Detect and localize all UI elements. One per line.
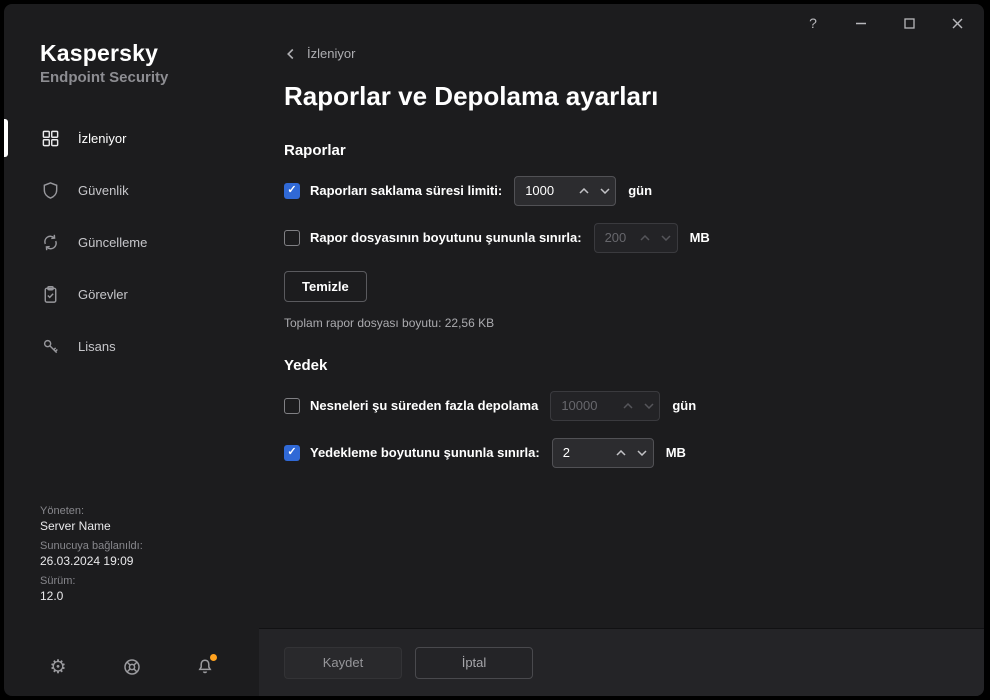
backup-size-limit-input[interactable]	[553, 445, 611, 460]
sidebar-item-lisans[interactable]: Lisans	[4, 320, 259, 372]
chevron-up-icon[interactable]	[611, 439, 632, 467]
key-icon	[40, 336, 60, 356]
back-chevron-icon	[284, 47, 298, 61]
back-label: İzleniyor	[307, 46, 355, 61]
reports-size-limit-spinner	[594, 223, 678, 253]
sidebar-toolbar: ⚙	[4, 655, 259, 679]
backup-size-limit-row: Yedekleme boyutunu şununla sınırla: MB	[284, 438, 954, 468]
notifications-bell-icon[interactable]	[193, 655, 217, 679]
sidebar-item-guncelleme[interactable]: Güncelleme	[4, 216, 259, 268]
backup-age-limit-input[interactable]	[551, 398, 617, 413]
close-icon[interactable]	[946, 12, 968, 34]
main-content: İzleniyor Raporlar ve Depolama ayarları …	[259, 4, 984, 628]
sidebar: Kaspersky Endpoint Security İzleniyor	[4, 4, 259, 696]
chevron-down-icon[interactable]	[594, 177, 615, 205]
sidebar-item-label: Güvenlik	[78, 183, 129, 198]
backup-age-limit-checkbox[interactable]	[284, 398, 300, 414]
backup-size-limit-spinner	[552, 438, 654, 468]
page-title: Raporlar ve Depolama ayarları	[284, 81, 954, 112]
reports-size-limit-label: Rapor dosyasının boyutunu şununla sınırl…	[310, 230, 582, 245]
minimize-icon[interactable]	[850, 12, 872, 34]
sidebar-item-label: Görevler	[78, 287, 128, 302]
sidebar-item-label: Lisans	[78, 339, 116, 354]
chevron-up-icon[interactable]	[573, 177, 594, 205]
managed-by-value: Server Name	[40, 519, 143, 533]
chevron-down-icon[interactable]	[638, 392, 659, 420]
footer-bar: Kaydet İptal	[259, 628, 984, 696]
reports-keep-limit-spinner	[514, 176, 616, 206]
reports-keep-limit-input[interactable]	[515, 183, 573, 198]
support-icon[interactable]	[120, 655, 144, 679]
brand: Kaspersky Endpoint Security	[4, 4, 259, 86]
cancel-button[interactable]: İptal	[415, 647, 533, 679]
reports-keep-limit-checkbox[interactable]	[284, 183, 300, 199]
chevron-up-icon[interactable]	[635, 224, 656, 252]
sidebar-item-guvenlik[interactable]: Güvenlik	[4, 164, 259, 216]
backup-age-limit-label: Nesneleri şu süreden fazla depolama	[310, 398, 538, 413]
backup-size-limit-unit: MB	[666, 445, 686, 460]
version-value: 12.0	[40, 589, 143, 603]
reports-keep-limit-unit: gün	[628, 183, 652, 198]
connected-value: 26.03.2024 19:09	[40, 554, 143, 568]
chevron-down-icon[interactable]	[656, 224, 677, 252]
reports-keep-limit-row: Raporları saklama süresi limiti: gün	[284, 176, 954, 206]
sidebar-item-izleniyor[interactable]: İzleniyor	[4, 112, 259, 164]
reports-size-limit-row: Rapor dosyasının boyutunu şununla sınırl…	[284, 223, 954, 253]
connection-info: Yöneten: Server Name Sunucuya bağlanıldı…	[40, 505, 143, 610]
reports-size-limit-checkbox[interactable]	[284, 230, 300, 246]
connected-label: Sunucuya bağlanıldı:	[40, 540, 143, 552]
notification-badge	[210, 654, 217, 661]
monitoring-grid-icon	[40, 128, 60, 148]
clear-reports-button[interactable]: Temizle	[284, 271, 367, 302]
sidebar-item-label: Güncelleme	[78, 235, 147, 250]
backup-size-limit-label: Yedekleme boyutunu şununla sınırla:	[310, 445, 540, 460]
reports-total-size-text: Toplam rapor dosyası boyutu: 22,56 KB	[284, 316, 954, 330]
brand-name: Kaspersky	[40, 40, 259, 67]
back-link[interactable]: İzleniyor	[284, 46, 355, 61]
backup-size-limit-checkbox[interactable]	[284, 445, 300, 461]
window-controls: ?	[802, 12, 968, 34]
settings-gear-icon[interactable]: ⚙	[46, 655, 70, 679]
app-window: ? Kaspersky Endpoint Security	[4, 4, 984, 696]
backup-age-limit-unit: gün	[672, 398, 696, 413]
maximize-icon[interactable]	[898, 12, 920, 34]
tasks-clipboard-icon	[40, 284, 60, 304]
reports-keep-limit-label: Raporları saklama süresi limiti:	[310, 183, 502, 198]
reports-section-header: Raporlar	[284, 142, 954, 159]
sidebar-nav: İzleniyor Güvenlik	[4, 112, 259, 372]
managed-by-label: Yöneten:	[40, 505, 143, 517]
reports-size-limit-input[interactable]	[595, 230, 635, 245]
help-icon[interactable]: ?	[802, 12, 824, 34]
sidebar-item-gorevler[interactable]: Görevler	[4, 268, 259, 320]
sidebar-item-label: İzleniyor	[78, 131, 126, 146]
version-label: Sürüm:	[40, 575, 143, 587]
chevron-up-icon[interactable]	[617, 392, 638, 420]
reports-size-limit-unit: MB	[690, 230, 710, 245]
save-button[interactable]: Kaydet	[284, 647, 402, 679]
backup-section-header: Yedek	[284, 357, 954, 374]
brand-subtitle: Endpoint Security	[40, 69, 259, 86]
refresh-icon	[40, 232, 60, 252]
shield-icon	[40, 180, 60, 200]
backup-age-limit-spinner	[550, 391, 660, 421]
chevron-down-icon[interactable]	[632, 439, 653, 467]
backup-age-limit-row: Nesneleri şu süreden fazla depolama gün	[284, 391, 954, 421]
